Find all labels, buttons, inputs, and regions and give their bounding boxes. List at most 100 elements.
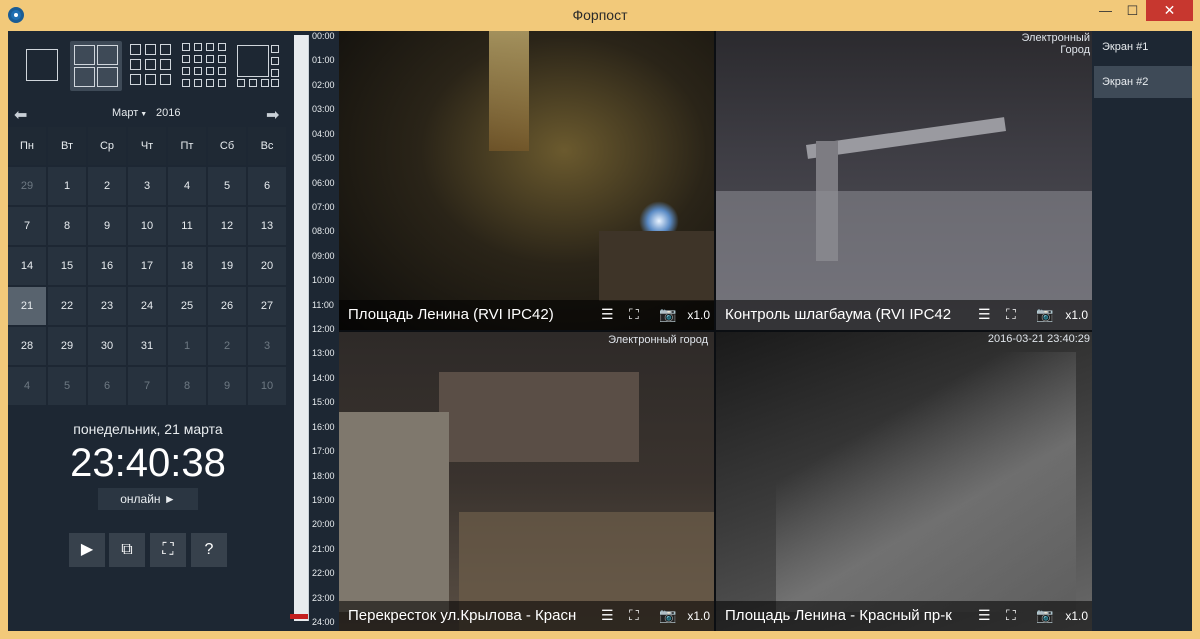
calendar-day[interactable]: 2 xyxy=(208,327,246,365)
camera-snapshot-icon[interactable]: 📷 xyxy=(1036,607,1053,624)
calendar-day[interactable]: 9 xyxy=(88,207,126,245)
calendar-day[interactable]: 20 xyxy=(248,247,286,285)
timeline[interactable]: 00:00 01:00 02:00 03:00 04:00 05:00 06:00 07:00… xyxy=(290,31,338,631)
menu-icon[interactable]: ☰ xyxy=(978,306,991,323)
screen-2-tab[interactable]: Экран #2 xyxy=(1094,66,1192,98)
calendar-day[interactable]: 10 xyxy=(128,207,166,245)
layout-cell xyxy=(206,55,214,63)
calendar-day[interactable]: 4 xyxy=(168,167,206,205)
calendar-day[interactable]: 7 xyxy=(8,207,46,245)
calendar-day[interactable]: 30 xyxy=(88,327,126,365)
menu-icon[interactable]: ☰ xyxy=(601,607,614,624)
calendar-day[interactable]: 4 xyxy=(8,367,46,405)
layout-2x2-button[interactable] xyxy=(70,41,122,91)
calendar-day[interactable]: 26 xyxy=(208,287,246,325)
menu-icon[interactable]: ☰ xyxy=(978,607,991,624)
month-selector[interactable]: Март ▼ xyxy=(112,107,147,119)
layout-1plus5-button[interactable] xyxy=(234,41,284,91)
calendar-day[interactable]: 8 xyxy=(48,207,86,245)
calendar-day[interactable]: 19 xyxy=(208,247,246,285)
layout-cell xyxy=(194,43,202,51)
building xyxy=(599,231,714,301)
layout-3x3-button[interactable] xyxy=(126,41,174,91)
screen-1-tab[interactable]: Экран #1 xyxy=(1094,31,1192,63)
calendar-day[interactable]: 1 xyxy=(168,327,206,365)
calendar-day[interactable]: 6 xyxy=(88,367,126,405)
timeline-hour-label: 04:00 xyxy=(312,128,335,139)
calendar-day[interactable]: 2 xyxy=(88,167,126,205)
calendar-day[interactable]: 14 xyxy=(8,247,46,285)
calendar-header: ⬅ Март ▼ 2016 ➡ xyxy=(8,101,288,127)
minimize-button[interactable]: — xyxy=(1092,0,1119,21)
calendar-day[interactable]: 27 xyxy=(248,287,286,325)
calendar-day[interactable]: 28 xyxy=(8,327,46,365)
calendar-day[interactable]: 5 xyxy=(208,167,246,205)
calendar-day[interactable]: 29 xyxy=(8,167,46,205)
layout-cell xyxy=(249,79,257,87)
expand-icon[interactable]: ⛶ xyxy=(629,607,639,624)
fullscreen-button[interactable]: ⛶ xyxy=(150,533,186,567)
calendar-day[interactable]: 18 xyxy=(168,247,206,285)
title-bar: Форпост — ☐ ✕ xyxy=(0,0,1200,31)
calendar-day[interactable]: 11 xyxy=(168,207,206,245)
calendar-day[interactable]: 21 xyxy=(8,287,46,325)
play-icon: ▶ xyxy=(80,541,94,558)
layout-cell xyxy=(237,79,245,87)
prev-month-arrow-icon[interactable]: ⬅ xyxy=(14,105,27,125)
maximize-button[interactable]: ☐ xyxy=(1119,0,1146,21)
calendar-day[interactable]: 17 xyxy=(128,247,166,285)
calendar-day[interactable]: 23 xyxy=(88,287,126,325)
calendar-day[interactable]: 13 xyxy=(248,207,286,245)
expand-icon[interactable]: ⛶ xyxy=(1006,306,1016,323)
expand-icon[interactable]: ⛶ xyxy=(629,306,639,323)
layout-1x1-button[interactable] xyxy=(22,41,62,91)
close-button[interactable]: ✕ xyxy=(1146,0,1193,21)
calendar-day[interactable]: 24 xyxy=(128,287,166,325)
layout-cell xyxy=(97,45,118,65)
calendar-day[interactable]: 3 xyxy=(128,167,166,205)
camera-name: Перекресток ул.Крылова - Красн xyxy=(348,607,577,624)
calendar-day[interactable]: 12 xyxy=(208,207,246,245)
layout-cell xyxy=(206,79,214,87)
layout-cell xyxy=(160,44,171,55)
split-view-button[interactable]: ⧉ xyxy=(109,533,145,567)
timeline-hour-label: 02:00 xyxy=(312,79,335,90)
calendar-day[interactable]: 6 xyxy=(248,167,286,205)
calendar-day[interactable]: 22 xyxy=(48,287,86,325)
calendar-day[interactable]: 15 xyxy=(48,247,86,285)
calendar-day[interactable]: 8 xyxy=(168,367,206,405)
menu-icon[interactable]: ☰ xyxy=(601,306,614,323)
timeline-hour-label: 14:00 xyxy=(312,372,335,383)
online-button[interactable]: онлайн ► xyxy=(98,488,198,510)
calendar-day[interactable]: 5 xyxy=(48,367,86,405)
next-month-arrow-icon[interactable]: ➡ xyxy=(266,105,279,125)
layout-4x4-button[interactable] xyxy=(178,41,230,91)
layout-cell xyxy=(74,67,95,87)
calendar-day[interactable]: 7 xyxy=(128,367,166,405)
calendar-day[interactable]: 25 xyxy=(168,287,206,325)
camera-view[interactable]: Электронный город Перекресток ул.Крылова… xyxy=(339,332,714,631)
camera-toolbar: Площадь Ленина - Красный пр-к ☰ ⛶ 📷 x1.0 xyxy=(716,601,1092,631)
calendar-day[interactable]: 29 xyxy=(48,327,86,365)
camera-view[interactable]: Площадь Ленина (RVI IPC42) ☰ ⛶ 📷 x1.0 xyxy=(339,31,714,330)
timeline-hour-label: 22:00 xyxy=(312,568,335,579)
calendar-day[interactable]: 31 xyxy=(128,327,166,365)
calendar-day[interactable]: 9 xyxy=(208,367,246,405)
camera-view[interactable]: Электронный Город Контроль шлагбаума (RV… xyxy=(716,31,1092,330)
screens-panel: Экран #1 Экран #2 xyxy=(1094,31,1192,631)
camera-snapshot-icon[interactable]: 📷 xyxy=(1036,306,1053,323)
camera-snapshot-icon[interactable]: 📷 xyxy=(659,607,676,624)
timeline-hour-label: 07:00 xyxy=(312,201,335,212)
calendar-day[interactable]: 1 xyxy=(48,167,86,205)
play-button[interactable]: ▶ xyxy=(69,533,105,567)
calendar-day[interactable]: 3 xyxy=(248,327,286,365)
calendar-day[interactable]: 10 xyxy=(248,367,286,405)
camera-snapshot-icon[interactable]: 📷 xyxy=(659,306,676,323)
calendar-day[interactable]: 16 xyxy=(88,247,126,285)
camera-view[interactable]: 2016-03-21 23:40:29 Площадь Ленина - Кра… xyxy=(716,332,1092,631)
timeline-track[interactable] xyxy=(294,35,308,621)
help-button[interactable]: ? xyxy=(191,533,227,567)
expand-icon[interactable]: ⛶ xyxy=(1006,607,1016,624)
timeline-position-marker[interactable] xyxy=(290,614,308,619)
layout-cell xyxy=(271,57,279,65)
